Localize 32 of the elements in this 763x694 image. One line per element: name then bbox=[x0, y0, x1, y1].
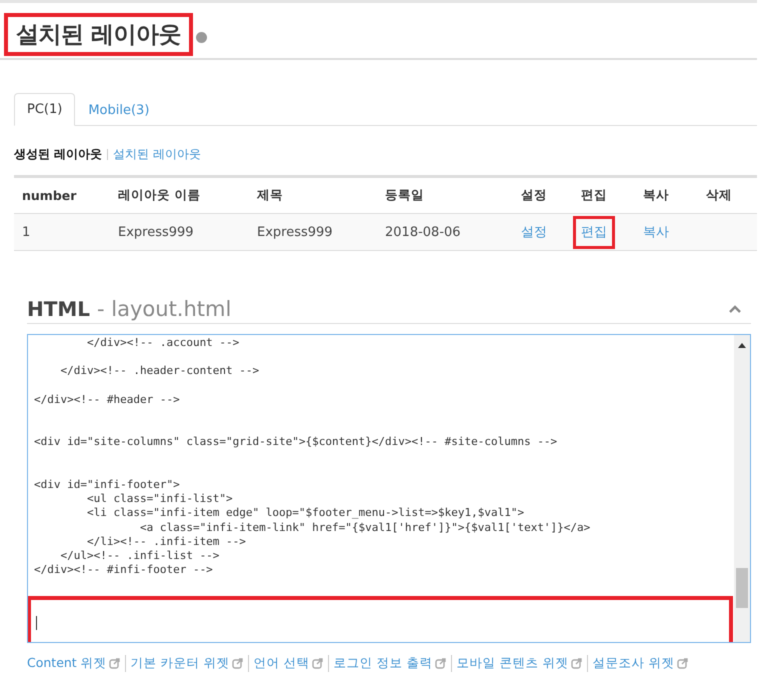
table-cell: 2018-08-06 bbox=[385, 224, 461, 240]
scroll-up-icon[interactable] bbox=[738, 342, 746, 348]
widget-link[interactable]: 로그인 정보 출력 bbox=[328, 655, 446, 672]
widget-link[interactable]: 설문조사 위젯 bbox=[586, 655, 688, 672]
layout-filter-link[interactable]: 생성된 레이아웃 bbox=[14, 146, 102, 163]
external-link-icon bbox=[570, 658, 582, 669]
external-link-icon bbox=[434, 658, 446, 669]
external-link-icon bbox=[108, 658, 120, 669]
external-link-icon bbox=[232, 658, 243, 669]
code-editor[interactable] bbox=[27, 334, 751, 643]
external-link-icon bbox=[312, 658, 323, 669]
table-cell: Express999 bbox=[118, 224, 194, 240]
page-title: 설치된 레이아웃 bbox=[4, 13, 194, 56]
collapse-caret-icon[interactable] bbox=[729, 305, 741, 313]
table-cell: Express999 bbox=[257, 224, 333, 240]
scrollbar-thumb[interactable] bbox=[736, 568, 748, 608]
table-link[interactable]: 편집 bbox=[573, 216, 615, 249]
widget-link[interactable]: 언어 선택 bbox=[248, 655, 323, 672]
code-text: </div><!-- .account --> </div><!-- .header-content --> </div><!-- #header --> <div id="site-columns" class="grid-site">{$content}</div><!-- #site-columns --> <div id="infi-footer"> <ul class="infi-list"> <li class="infi-item edge" loop="$footer_menu->list=>$key1,$val1"> <a class="infi-item-link" href="{$val1['href']}">{$val1['text']}</a> </li><!-- .infi-item --> </ul><!-- .infi-list --> </div><!-- #infi-footer --> bbox=[33, 336, 590, 578]
editor-filename: - layout.html bbox=[97, 297, 232, 321]
editor-title: HTML bbox=[27, 297, 90, 321]
tab[interactable]: PC(1) bbox=[14, 93, 76, 126]
layout-filter-link[interactable]: 설치된 레이아웃 bbox=[107, 149, 202, 160]
scrollbar[interactable] bbox=[734, 335, 750, 642]
status-dot-icon bbox=[196, 32, 208, 43]
external-link-icon bbox=[676, 658, 688, 669]
tab[interactable]: Mobile(3) bbox=[75, 93, 162, 126]
widget-link[interactable]: Content 위젯 bbox=[27, 655, 120, 672]
widget-link[interactable]: 모바일 콘텐츠 위젯 bbox=[450, 655, 582, 672]
table-cell: 1 bbox=[22, 224, 30, 240]
text-cursor bbox=[36, 616, 37, 630]
widget-link[interactable]: 기본 카운터 위젯 bbox=[124, 655, 243, 672]
